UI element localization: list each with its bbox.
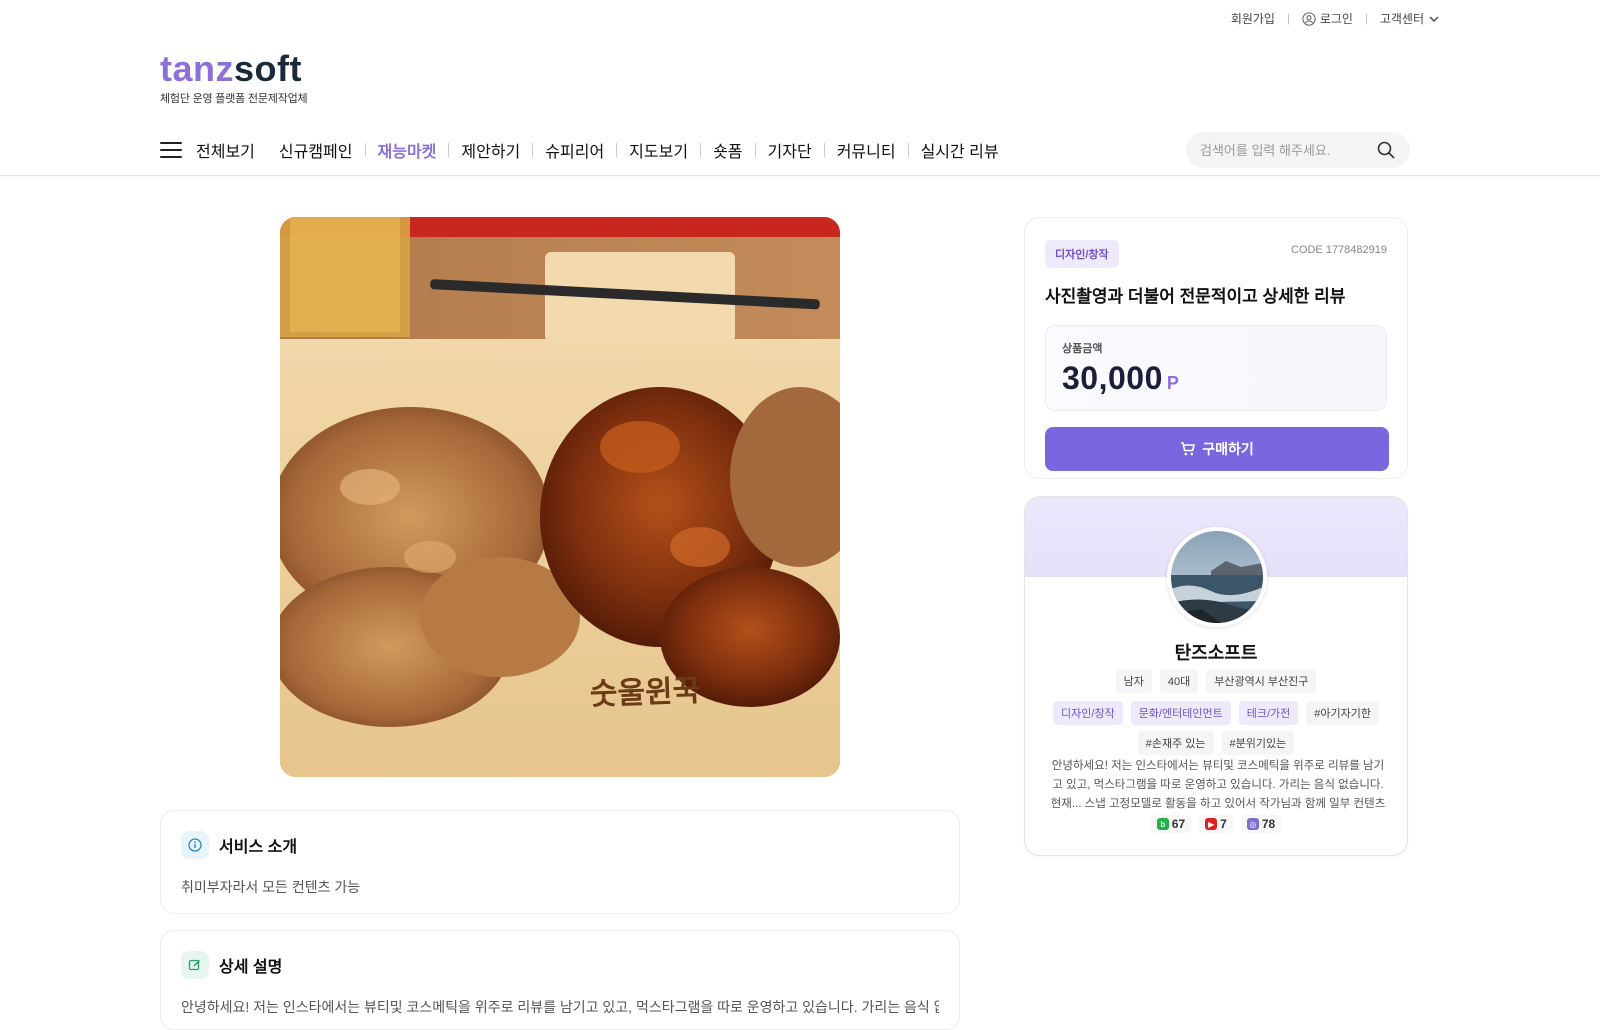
signup-link[interactable]: 회원가입 (1231, 10, 1275, 27)
youtube-count: 7 (1220, 817, 1227, 831)
profile-age: 40대 (1159, 669, 1199, 693)
hashtag: #손재주 있는 (1137, 731, 1214, 755)
nav-item-community[interactable]: 커뮤니티 (825, 138, 908, 162)
product-title: 사진촬영과 더불어 전문적이고 상세한 리뷰 (1045, 287, 1346, 306)
nav-item-talent-market[interactable]: 재능마켓 (366, 138, 449, 162)
menu-icon[interactable] (160, 142, 182, 158)
main-nav: 전체보기 신규캠페인 재능마켓 제안하기 슈피리어 지도보기 숏폼 기자단 커뮤… (160, 130, 1011, 170)
youtube-stat: ▶ 7 (1199, 815, 1233, 833)
price-unit: P (1166, 373, 1179, 393)
nav-item-propose[interactable]: 제안하기 (449, 138, 532, 162)
avatar[interactable] (1167, 527, 1267, 627)
profile-tags: 디자인/창작 문화/엔터테인먼트 테크/가전 #아기자기한 #손재주 있는 #분… (1045, 701, 1387, 755)
divider: | (1286, 12, 1290, 25)
youtube-icon: ▶ (1205, 818, 1218, 830)
hashtag: #아기자기한 (1306, 701, 1379, 725)
hashtag: #분위기있는 (1221, 731, 1295, 755)
product-panel: 디자인/창작 CODE 1778482919 사진촬영과 더불어 전문적이고 상… (1024, 217, 1408, 479)
profile-stats: b 67 ▶ 7 ◎ 78 (1025, 815, 1407, 833)
support-label: 고객센터 (1379, 12, 1424, 26)
user-icon (1302, 11, 1316, 26)
login-label: 로그인 (1319, 12, 1353, 26)
cart-icon (1181, 442, 1196, 456)
product-image[interactable]: 숫울윈꾹 (280, 217, 840, 777)
search-icon[interactable] (1376, 140, 1396, 160)
edit-icon (181, 951, 209, 979)
product-code: CODE 1778482919 (1290, 244, 1387, 256)
buy-label: 구매하기 (1202, 441, 1254, 457)
header-divider (0, 175, 1600, 176)
blog-count: 67 (1171, 817, 1186, 831)
instagram-stat: ◎ 78 (1240, 815, 1282, 833)
svg-text:숫울윈꾹: 숫울윈꾹 (589, 674, 701, 713)
category-badge: 디자인/창작 (1045, 240, 1119, 268)
buy-button[interactable]: 구매하기 (1045, 427, 1389, 471)
support-dropdown[interactable]: 고객센터 (1380, 10, 1440, 27)
nav-item-map[interactable]: 지도보기 (617, 138, 700, 162)
search-bar (1186, 132, 1410, 168)
service-intro-title: 서비스 소개 (219, 839, 298, 856)
profile-gender: 남자 (1115, 669, 1152, 693)
top-utility-bar: 회원가입 | 로그인 | 고객센터 (1231, 10, 1440, 27)
search-input[interactable] (1200, 142, 1376, 158)
profile-name: 탄즈소프트 (1174, 643, 1258, 663)
nav-item-superior[interactable]: 슈피리어 (533, 138, 616, 162)
category-tag: 디자인/창작 (1053, 701, 1123, 725)
avatar-seascape (1171, 531, 1263, 623)
detail-description-text: 안녕하세요! 저는 인스타에서는 뷰티및 코스메틱을 위주로 리뷰를 남기고 있… (181, 999, 939, 1015)
instagram-count: 78 (1261, 817, 1276, 831)
price-box: 상품금액 30,000 P (1045, 325, 1387, 411)
profile-meta: 남자 40대 부산광역시 부산진구 (1025, 669, 1407, 693)
logo-tagline: 체험단 운영 플랫폼 전문제작업체 (160, 93, 308, 105)
price-label: 상품금액 (1062, 343, 1103, 355)
nav-item-reporters[interactable]: 기자단 (756, 138, 824, 162)
service-intro-card: 서비스 소개 취미부자라서 모든 컨텐츠 가능 (160, 810, 960, 914)
instagram-icon: ◎ (1246, 818, 1259, 830)
price-value: 30,000 (1062, 360, 1163, 396)
detail-description-card: 상세 설명 안녕하세요! 저는 인스타에서는 뷰티및 코스메틱을 위주로 리뷰를… (160, 930, 960, 1030)
profile-region: 부산광역시 부산진구 (1206, 669, 1317, 693)
blog-stat: b 67 (1150, 815, 1192, 833)
category-tag: 테크/가전 (1238, 701, 1299, 725)
info-icon (181, 831, 209, 859)
login-link[interactable]: 로그인 (1302, 10, 1353, 27)
detail-description-title: 상세 설명 (219, 959, 283, 976)
blog-icon: b (1156, 818, 1169, 830)
category-tag: 문화/엔터테인먼트 (1130, 701, 1231, 725)
nav-item-shortform[interactable]: 숏폼 (701, 138, 754, 162)
profile-description: 안녕하세요! 저는 인스타에서는 뷰티및 코스메틱을 위주로 리뷰를 남기고 있… (1050, 760, 1386, 810)
service-intro-text: 취미부자라서 모든 컨텐츠 가능 (181, 879, 361, 895)
nav-item-all[interactable]: 전체보기 (196, 138, 267, 162)
chevron-down-icon (1429, 16, 1439, 22)
logo[interactable]: tanzsoft 체험단 운영 플랫폼 전문제작업체 (160, 48, 308, 106)
fried-chicken-photo: 숫울윈꾹 (280, 217, 840, 777)
seller-profile-card: 탄즈소프트 남자 40대 부산광역시 부산진구 디자인/창작 문화/엔터테인먼트… (1024, 496, 1408, 856)
nav-item-new-campaign[interactable]: 신규캠페인 (267, 138, 365, 162)
nav-item-live-review[interactable]: 실시간 리뷰 (909, 138, 1011, 162)
logo-wordmark: tanzsoft (160, 48, 302, 89)
divider: | (1364, 12, 1368, 25)
